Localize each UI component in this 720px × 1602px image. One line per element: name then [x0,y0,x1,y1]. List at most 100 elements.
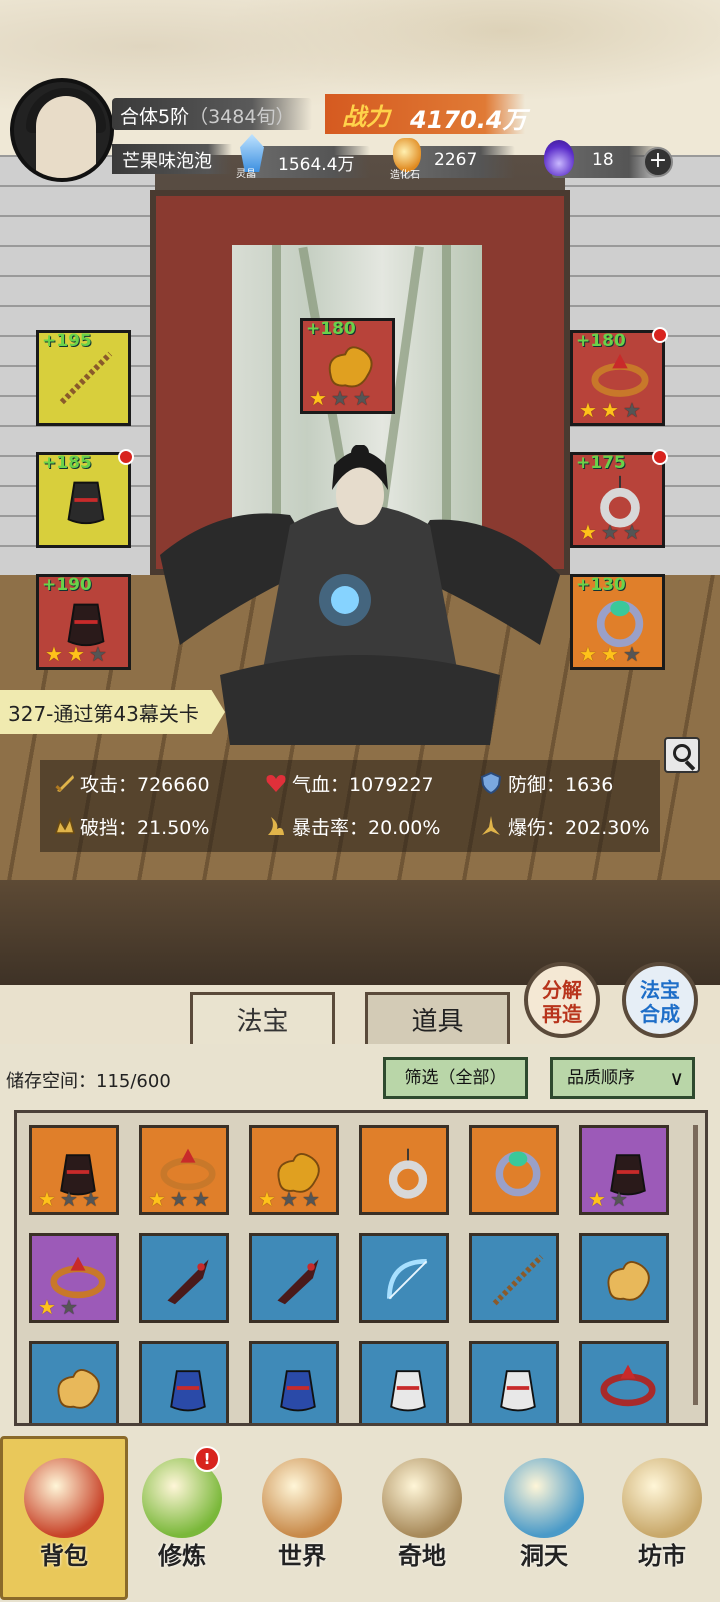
golden-flower-icon [50,1360,106,1416]
nav-item-2[interactable]: 修炼! [132,1446,232,1592]
chain-whip-icon [57,349,115,407]
equip-slot-left-3[interactable]: +190 ★ ★ ★ [36,574,131,670]
realm-detail: （3484旬） [189,106,295,128]
star-empty-icon: ★ [610,1187,628,1211]
nav-label: 世界 [278,1542,326,1570]
alert-dot-icon [652,449,668,465]
nav-label: 洞天 [520,1542,568,1570]
star-empty-icon: ★ [170,1187,188,1211]
stone-value: 2267 [434,150,478,170]
equip-slot-top[interactable]: +180 ★ ★ ★ [300,318,395,414]
inventory-item[interactable] [359,1341,449,1423]
nav-item-6[interactable]: 坊市 [612,1452,712,1592]
power-value: 4170.4万 [410,106,527,134]
inventory-item[interactable] [469,1341,559,1423]
inventory-item[interactable] [249,1233,339,1323]
star-empty-icon: ★ [60,1295,78,1319]
tab-items[interactable]: 道具 [365,992,510,1048]
equip-slot-right-1[interactable]: +180 ★ ★ ★ [570,327,668,426]
enhance-level: +190 [42,575,92,595]
star-rating: ★ ★ ★ [36,1188,102,1210]
sort-dropdown[interactable]: 品质顺序 ∨ [550,1057,695,1099]
filter-button[interactable]: 筛选（全部） [383,1057,528,1099]
stat-attack: 攻击：726660 [80,774,210,796]
star-rating: ★ ★ ★ [307,387,373,409]
inventory-item[interactable] [579,1233,669,1323]
player-name: 芒果味泡泡 [122,151,212,172]
inventory-item[interactable] [139,1233,229,1323]
enhance-level: +185 [42,453,92,473]
inventory-scrollbar[interactable] [693,1125,698,1405]
nav-label: 背包 [40,1542,88,1570]
star-rating: ★ ★ ★ [43,643,109,665]
star-filled-icon: ★ [309,386,327,410]
inventory-item[interactable] [249,1341,339,1423]
star-rating: ★ ★ ★ [577,399,643,421]
chain-whip-icon [490,1252,546,1308]
player-avatar[interactable] [10,78,114,182]
jade-ring-icon [490,1144,546,1200]
golden-flower-icon [600,1252,656,1308]
star-empty-icon: ★ [331,386,349,410]
avatar-face [36,96,96,178]
world-scroll-icon [262,1458,342,1538]
star-empty-icon: ★ [601,520,619,544]
inventory-item[interactable] [469,1125,559,1215]
stone-label: 造化石 [390,170,420,181]
stat-defense: 防御：1636 [508,774,614,796]
stat-crit-rate: 暴击率：20.00% [292,817,441,839]
inventory-item[interactable] [139,1341,229,1423]
inventory-item[interactable] [469,1233,559,1323]
star-empty-icon: ★ [82,1187,100,1211]
equip-slot-left-1[interactable]: +195 [36,330,131,426]
inventory-item[interactable] [359,1125,449,1215]
decompose-line2: 再造 [542,1002,582,1026]
nav-item-1[interactable]: 背包 [14,1452,114,1592]
defense-shield-icon [480,772,502,794]
crystal-label: 灵晶 [236,169,256,180]
add-currency-button[interactable]: + [643,147,673,177]
nav-item-4[interactable]: 奇地 [372,1452,472,1592]
white-armor-icon [380,1360,436,1416]
inventory-item[interactable]: ★ ★ [29,1233,119,1323]
inventory-item[interactable]: ★ ★ ★ [139,1125,229,1215]
magnify-icon[interactable] [664,737,700,773]
nav-item-3[interactable]: 世界 [252,1452,352,1592]
inventory-item[interactable]: ★ ★ ★ [249,1125,339,1215]
dark-dagger-icon [160,1252,216,1308]
equip-slot-right-2[interactable]: +175 ★ ★ ★ [570,449,668,548]
enhance-level: +180 [306,319,356,339]
star-empty-icon: ★ [280,1187,298,1211]
equip-slot-right-3[interactable]: +130 ★ ★ ★ [570,574,665,670]
inventory-item[interactable] [29,1341,119,1423]
star-empty-icon: ★ [89,642,107,666]
dark-dagger-icon [270,1252,326,1308]
chevron-down-icon: ∨ [669,1066,684,1090]
realm-text: 合体5阶（3484旬） [120,102,294,129]
synthesize-line1: 法宝 [640,978,680,1002]
storage-capacity: 储存空间：115/600 [6,1071,171,1092]
backpack-icon [24,1458,104,1538]
inventory-item[interactable] [579,1341,669,1423]
purple-flame-icon [544,140,574,176]
tab-treasure[interactable]: 法宝 [190,992,335,1048]
decompose-button[interactable]: 分解 再造 [524,962,600,1038]
flame-value: 18 [592,150,614,170]
dark-robe-icon [57,471,115,529]
star-filled-icon: ★ [45,642,63,666]
nav-label: 奇地 [398,1542,446,1570]
equip-slot-left-2[interactable]: +185 [36,449,134,548]
synthesize-button[interactable]: 法宝 合成 [622,962,698,1038]
inventory-item[interactable]: ★ ★ ★ [29,1125,119,1215]
inventory-item[interactable]: ★ ★ [579,1125,669,1215]
synthesize-line2: 合成 [640,1002,680,1026]
star-empty-icon: ★ [192,1187,210,1211]
cave-heaven-icon [504,1458,584,1538]
nav-item-5[interactable]: 洞天 [494,1452,594,1592]
star-filled-icon: ★ [38,1187,56,1211]
inventory-item[interactable] [359,1233,449,1323]
star-empty-icon: ★ [623,642,641,666]
nav-label: 修炼 [158,1542,206,1570]
stat-crit-damage: 爆伤：202.30% [508,817,650,839]
decompose-line1: 分解 [542,978,582,1002]
